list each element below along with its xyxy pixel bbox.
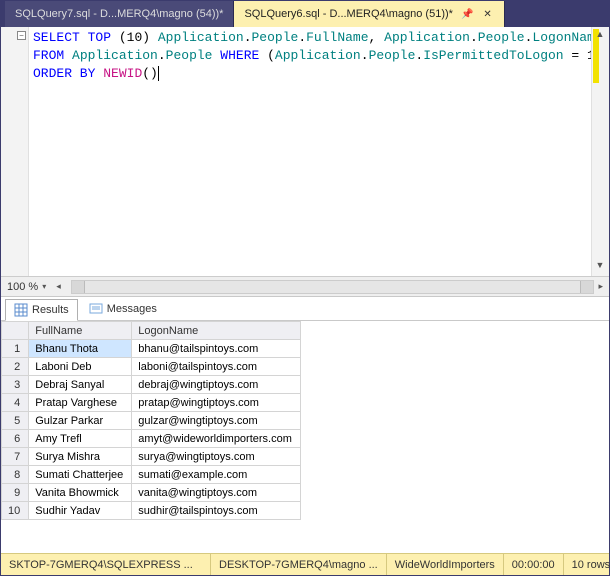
cell-logonname[interactable]: amyt@wideworldimporters.com — [132, 430, 301, 448]
messages-label: Messages — [107, 303, 157, 315]
row-number[interactable]: 7 — [2, 448, 29, 466]
cell-fullname[interactable]: Laboni Deb — [29, 358, 132, 376]
cell-logonname[interactable]: gulzar@wingtiptoys.com — [132, 412, 301, 430]
row-number[interactable]: 9 — [2, 484, 29, 502]
sql-editor-pane: − SELECT TOP (10) Application.People.Ful… — [1, 27, 609, 277]
status-db: WideWorldImporters — [387, 554, 504, 575]
row-number[interactable]: 1 — [2, 340, 29, 358]
pin-icon[interactable]: 📌 — [459, 9, 475, 20]
tab-label: SQLQuery6.sql - D...MERQ4\magno (51))* — [244, 8, 452, 20]
kw-top: TOP — [88, 30, 111, 45]
table-row[interactable]: 4Pratap Varghesepratap@wingtiptoys.com — [2, 394, 301, 412]
kw-from: FROM — [33, 48, 64, 63]
row-number[interactable]: 8 — [2, 466, 29, 484]
tab-label: SQLQuery7.sql - D...MERQ4\magno (54))* — [15, 8, 223, 20]
table-row[interactable]: 9Vanita Bhowmickvanita@wingtiptoys.com — [2, 484, 301, 502]
scroll-up-icon[interactable]: ▲ — [593, 29, 607, 43]
scroll-right-icon[interactable]: ▸ — [598, 281, 603, 292]
cell-logonname[interactable]: sudhir@tailspintoys.com — [132, 502, 301, 520]
cell-logonname[interactable]: debraj@wingtiptoys.com — [132, 376, 301, 394]
zoom-bar: 100 % ▾ ◂ ▸ — [1, 277, 609, 297]
table-row[interactable]: 2Laboni Deblaboni@tailspintoys.com — [2, 358, 301, 376]
sql-editor[interactable]: SELECT TOP (10) Application.People.FullN… — [29, 27, 591, 276]
cell-fullname[interactable]: Bhanu Thota — [29, 340, 132, 358]
table-row[interactable]: 7Surya Mishrasurya@wingtiptoys.com — [2, 448, 301, 466]
cell-logonname[interactable]: pratap@wingtiptoys.com — [132, 394, 301, 412]
kw-where: WHERE — [220, 48, 259, 63]
status-bar: SKTOP-7GMERQ4\SQLEXPRESS ... DESKTOP-7GM… — [1, 553, 609, 575]
table-row[interactable]: 3Debraj Sanyaldebraj@wingtiptoys.com — [2, 376, 301, 394]
cell-logonname[interactable]: laboni@tailspintoys.com — [132, 358, 301, 376]
cell-logonname[interactable]: surya@wingtiptoys.com — [132, 448, 301, 466]
cell-fullname[interactable]: Pratap Varghese — [29, 394, 132, 412]
cell-fullname[interactable]: Gulzar Parkar — [29, 412, 132, 430]
results-grid-wrap[interactable]: FullName LogonName 1Bhanu Thotabhanu@tai… — [1, 321, 609, 553]
editor-right-margin: ▲ ▼ — [591, 27, 609, 276]
table-row[interactable]: 1Bhanu Thotabhanu@tailspintoys.com — [2, 340, 301, 358]
close-icon[interactable]: ✕ — [481, 9, 493, 20]
results-label: Results — [32, 304, 69, 316]
row-number[interactable]: 10 — [2, 502, 29, 520]
editor-gutter: − — [1, 27, 29, 276]
cell-fullname[interactable]: Sumati Chatterjee — [29, 466, 132, 484]
status-elapsed: 00:00:00 — [504, 554, 564, 575]
row-number[interactable]: 5 — [2, 412, 29, 430]
kw-orderby: ORDER BY — [33, 66, 95, 81]
cell-fullname[interactable]: Vanita Bhowmick — [29, 484, 132, 502]
cell-fullname[interactable]: Debraj Sanyal — [29, 376, 132, 394]
fold-icon[interactable]: − — [17, 31, 26, 40]
kw-select: SELECT — [33, 30, 80, 45]
tab-results[interactable]: Results — [5, 299, 78, 321]
cell-logonname[interactable]: vanita@wingtiptoys.com — [132, 484, 301, 502]
table-row[interactable]: 5Gulzar Parkargulzar@wingtiptoys.com — [2, 412, 301, 430]
corner-cell[interactable] — [2, 322, 29, 340]
row-number[interactable]: 2 — [2, 358, 29, 376]
horizontal-scrollbar[interactable] — [71, 280, 595, 294]
status-server: SKTOP-7GMERQ4\SQLEXPRESS ... — [1, 554, 211, 575]
row-number[interactable]: 6 — [2, 430, 29, 448]
cell-fullname[interactable]: Surya Mishra — [29, 448, 132, 466]
results-grid: FullName LogonName 1Bhanu Thotabhanu@tai… — [1, 321, 301, 520]
scroll-down-icon[interactable]: ▼ — [593, 260, 607, 274]
table-row[interactable]: 6Amy Treflamyt@wideworldimporters.com — [2, 430, 301, 448]
status-rowcount: 10 rows — [564, 554, 610, 575]
row-number[interactable]: 3 — [2, 376, 29, 394]
table-row[interactable]: 8Sumati Chatterjeesumati@example.com — [2, 466, 301, 484]
cell-logonname[interactable]: sumati@example.com — [132, 466, 301, 484]
tab-sqlquery6[interactable]: SQLQuery6.sql - D...MERQ4\magno (51))* 📌… — [234, 1, 504, 27]
cell-fullname[interactable]: Sudhir Yadav — [29, 502, 132, 520]
col-logonname[interactable]: LogonName — [132, 322, 301, 340]
col-fullname[interactable]: FullName — [29, 322, 132, 340]
grid-icon — [14, 303, 28, 317]
results-tabstrip: Results Messages — [1, 297, 609, 321]
tab-sqlquery7[interactable]: SQLQuery7.sql - D...MERQ4\magno (54))* — [5, 1, 234, 27]
scroll-left-icon[interactable]: ◂ — [56, 281, 61, 292]
zoom-dropdown-icon[interactable]: ▾ — [42, 282, 52, 292]
cell-fullname[interactable]: Amy Trefl — [29, 430, 132, 448]
tab-messages[interactable]: Messages — [80, 298, 166, 320]
messages-icon — [89, 302, 103, 316]
func-newid: NEWID — [103, 66, 142, 81]
row-number[interactable]: 4 — [2, 394, 29, 412]
zoom-level[interactable]: 100 % — [7, 281, 38, 293]
document-tabstrip: SQLQuery7.sql - D...MERQ4\magno (54))* S… — [1, 1, 609, 27]
cell-logonname[interactable]: bhanu@tailspintoys.com — [132, 340, 301, 358]
status-user: DESKTOP-7GMERQ4\magno ... — [211, 554, 387, 575]
table-row[interactable]: 10Sudhir Yadavsudhir@tailspintoys.com — [2, 502, 301, 520]
